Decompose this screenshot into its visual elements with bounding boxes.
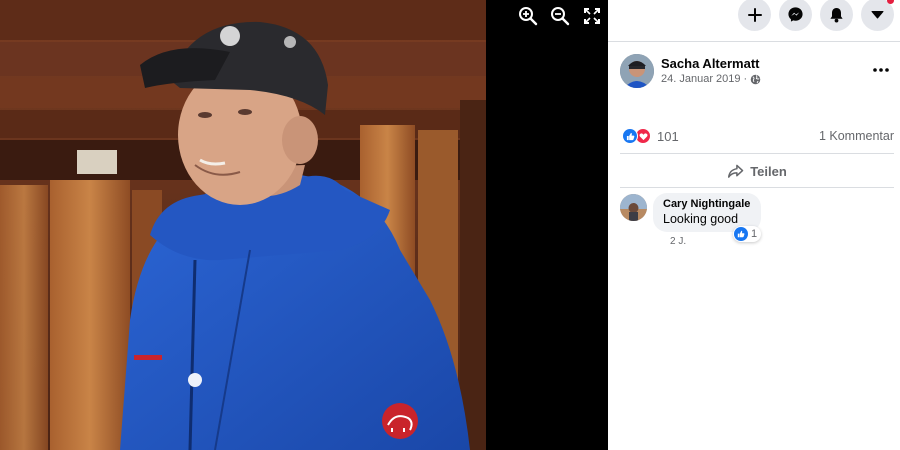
comment-reaction-count: 1 <box>751 228 758 240</box>
account-menu-button[interactable] <box>861 0 894 31</box>
messenger-button[interactable] <box>779 0 812 31</box>
author-avatar[interactable] <box>620 54 654 88</box>
caret-down-icon <box>871 11 884 19</box>
zoom-in-icon <box>519 7 538 26</box>
messenger-icon <box>788 7 803 22</box>
meta-separator: · <box>743 73 748 85</box>
author-name[interactable]: Sacha Altermatt <box>661 56 760 71</box>
commenter-avatar-image <box>620 194 647 221</box>
zoom-out-icon <box>551 7 570 26</box>
create-button[interactable] <box>738 0 771 31</box>
thumb-up-glyph <box>737 230 745 238</box>
notifications-button[interactable] <box>820 0 853 31</box>
comment-text: Looking good <box>663 212 739 226</box>
author-avatar-image <box>620 54 654 88</box>
reactions-summary[interactable]: 101 <box>622 128 679 144</box>
fullscreen-icon <box>584 8 600 24</box>
photo-viewer <box>0 0 608 450</box>
comment-count-link[interactable]: 1 Kommentar <box>819 129 894 143</box>
share-icon <box>728 164 744 178</box>
share-button[interactable]: Teilen <box>620 158 894 184</box>
zoom-in-button[interactable] <box>515 3 541 29</box>
commenter-name[interactable]: Cary Nightingale <box>663 198 750 210</box>
plus-icon <box>747 7 762 22</box>
commenter-avatar[interactable] <box>620 194 647 221</box>
post-photo[interactable] <box>0 0 486 450</box>
viewer-toolbar <box>515 3 605 29</box>
top-navigation <box>738 0 900 32</box>
bell-icon <box>830 7 843 22</box>
thumb-up-glyph <box>626 132 634 140</box>
reaction-count: 101 <box>657 128 679 144</box>
globe-icon <box>750 74 761 84</box>
more-icon <box>873 68 889 72</box>
nav-divider <box>608 41 900 42</box>
comment-age[interactable]: 2 J. <box>670 236 686 247</box>
like-reaction-icon <box>622 128 638 144</box>
notification-dot <box>887 0 894 4</box>
post-header: Sacha Altermatt 24. Januar 2019 · <box>620 54 892 90</box>
photo-illustration <box>0 0 486 450</box>
post-date[interactable]: 24. Januar 2019 <box>661 73 741 85</box>
fullscreen-button[interactable] <box>579 3 605 29</box>
reactions-divider <box>620 153 894 154</box>
share-label: Teilen <box>750 163 787 179</box>
zoom-out-button[interactable] <box>547 3 573 29</box>
heart-glyph <box>639 132 647 140</box>
comment-reactions[interactable]: 1 <box>733 226 762 242</box>
post-panel: Sacha Altermatt 24. Januar 2019 · 101 1 … <box>608 0 900 450</box>
like-reaction-icon <box>734 227 748 241</box>
post-meta: 24. Januar 2019 · <box>661 73 761 85</box>
actions-divider <box>620 187 894 188</box>
post-options-button[interactable] <box>870 60 892 80</box>
